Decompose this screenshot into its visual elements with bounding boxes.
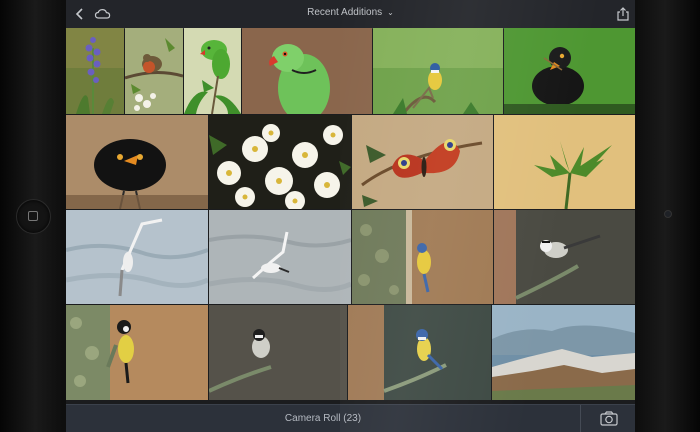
front-camera xyxy=(664,210,672,218)
photo-grid xyxy=(66,28,635,404)
tablet-device: Recent Additions ⌄ Camera Roll (23) xyxy=(0,0,700,432)
photo-thumbnail-blue-tit-branch[interactable] xyxy=(348,305,491,400)
app-screen: Recent Additions ⌄ Camera Roll (23) xyxy=(66,0,635,432)
photo-thumbnail-great-tit-branch[interactable] xyxy=(494,210,635,304)
home-button[interactable] xyxy=(16,199,51,234)
photo-thumbnail-great-tit-tree[interactable] xyxy=(66,305,208,400)
photo-thumbnail-parakeet-branch[interactable] xyxy=(184,28,241,114)
photo-thumbnail-blue-tit-twig[interactable] xyxy=(373,28,503,114)
camera-button[interactable] xyxy=(580,405,635,432)
photo-thumbnail-gull-flight[interactable] xyxy=(66,210,208,304)
album-title-label: Recent Additions xyxy=(307,7,383,18)
photo-thumbnail-coal-tit[interactable] xyxy=(209,305,347,400)
share-icon[interactable] xyxy=(615,6,631,22)
camera-roll-label[interactable]: Camera Roll (23) xyxy=(66,413,580,424)
photo-thumbnail-blackbird-food[interactable] xyxy=(504,28,635,114)
photo-thumbnail-white-flowers[interactable] xyxy=(209,115,351,209)
photo-thumbnail-bluebell[interactable] xyxy=(66,28,124,114)
photo-thumbnail-mountain-landscape[interactable] xyxy=(492,305,635,400)
bottom-bar: Camera Roll (23) xyxy=(66,404,635,432)
album-title[interactable]: Recent Additions ⌄ xyxy=(66,7,635,18)
top-bar: Recent Additions ⌄ xyxy=(66,0,635,29)
chevron-down-icon: ⌄ xyxy=(387,8,394,17)
photo-thumbnail-robin[interactable] xyxy=(125,28,183,114)
photo-thumbnail-fern-sprout[interactable] xyxy=(494,115,635,209)
camera-icon xyxy=(600,411,618,426)
home-square-icon xyxy=(28,211,38,221)
photo-thumbnail-peacock-butterfly[interactable] xyxy=(352,115,493,209)
photo-thumbnail-blackbird-ground[interactable] xyxy=(66,115,208,209)
photo-thumbnail-blue-tit-trunk[interactable] xyxy=(352,210,493,304)
photo-thumbnail-gull-water[interactable] xyxy=(209,210,351,304)
photo-thumbnail-parakeet-portrait[interactable] xyxy=(242,28,372,114)
